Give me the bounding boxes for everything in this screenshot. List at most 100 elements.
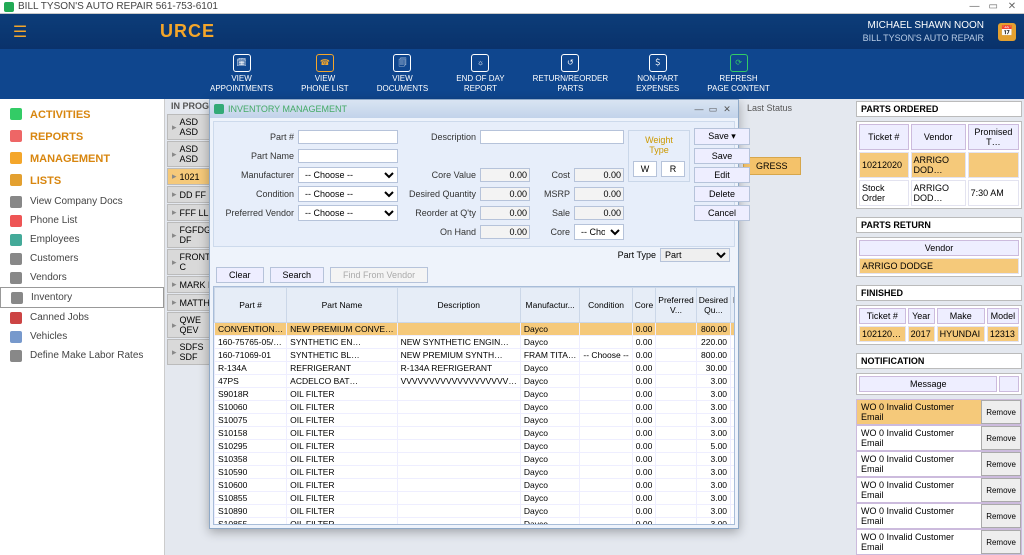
search-button[interactable]: Search [270, 267, 325, 283]
sidebar-item-vendors[interactable]: Vendors [0, 268, 164, 287]
app-logo: URCE [160, 21, 215, 42]
sidebar-item-canned-jobs[interactable]: Canned Jobs [0, 308, 164, 327]
modal-title: INVENTORY MANAGEMENT [228, 104, 347, 114]
reorder-input[interactable] [480, 206, 530, 220]
pref-vendor-select[interactable]: -- Choose -- [298, 205, 398, 221]
remove-button[interactable]: Remove [981, 400, 1021, 424]
notification-header: NOTIFICATION [856, 353, 1022, 369]
weight-button[interactable]: W [633, 161, 657, 177]
notification-row[interactable]: WO 0 Invalid Customer EmailRemove [856, 477, 1022, 503]
remove-button[interactable]: Remove [981, 426, 1021, 450]
save-dropdown-button[interactable]: Save ▾ [694, 128, 750, 145]
part-name-input[interactable] [298, 149, 398, 163]
sidebar-item-labor-rates[interactable]: Define Make Labor Rates [0, 346, 164, 365]
ribbon-expenses[interactable]: ＄NON-PART EXPENSES [636, 54, 679, 94]
ribbon-appointments[interactable]: 🗓VIEW APPOINTMENTS [210, 54, 273, 94]
notification-row[interactable]: WO 0 Invalid Customer EmailRemove [856, 529, 1022, 555]
remove-button[interactable]: Remove [981, 478, 1021, 502]
parts-ordered-table[interactable]: Ticket #VendorPromised T…10212020ARRIGO … [856, 121, 1022, 209]
delete-button[interactable]: Delete [694, 186, 750, 202]
table-row[interactable]: S10590OIL FILTERDayco0.003.002.003.00 [215, 466, 736, 479]
inventory-grid[interactable]: Part #Part NameDescriptionManufactur...C… [213, 286, 735, 525]
notification-row[interactable]: WO 0 Invalid Customer EmailRemove [856, 425, 1022, 451]
sidebar-item-customers[interactable]: Customers [0, 249, 164, 268]
ribbon-eod-report[interactable]: ☼END OF DAY REPORT [456, 54, 504, 94]
sidebar-item-vehicles[interactable]: Vehicles [0, 327, 164, 346]
ribbon-documents[interactable]: 🗐VIEW DOCUMENTS [377, 54, 429, 94]
hamburger-icon[interactable]: ☰ [0, 22, 40, 42]
table-row[interactable]: R-134AREFRIGERANTR-134A REFRIGERANTDayco… [215, 362, 736, 375]
edit-button[interactable]: Edit [694, 167, 750, 183]
rotate-button[interactable]: R [661, 161, 685, 177]
notification-row[interactable]: WO 0 Invalid Customer EmailRemove [856, 399, 1022, 425]
table-row[interactable]: S10890OIL FILTERDayco0.003.002.003.00 [215, 505, 736, 518]
table-row[interactable]: Stock OrderARRIGO DOD…7:30 AM [859, 180, 1019, 206]
manufacturer-select[interactable]: -- Choose -- [298, 167, 398, 183]
table-row[interactable]: S10158OIL FILTERDayco0.003.002.003.00 [215, 427, 736, 440]
table-row[interactable]: ARRIGO DODGE [859, 258, 1019, 274]
sidebar-item-phone-list[interactable]: Phone List [0, 211, 164, 230]
cost-input[interactable] [574, 168, 624, 182]
sale-input[interactable] [574, 206, 624, 220]
msrp-input[interactable] [574, 187, 624, 201]
table-row[interactable]: 160-75765-05/…SYNTHETIC EN…NEW SYNTHETIC… [215, 336, 736, 349]
notification-row[interactable]: WO 0 Invalid Customer EmailRemove [856, 451, 1022, 477]
parts-return-table[interactable]: VendorARRIGO DODGE [856, 237, 1022, 277]
user-block: MICHAEL SHAWN NOON BILL TYSON'S AUTO REP… [863, 20, 990, 44]
ribbon-phone-list[interactable]: ☎VIEW PHONE LIST [301, 54, 349, 94]
table-row[interactable]: 47PSACDELCO BAT…VVVVVVVVVVVVVVVVVVV…Dayc… [215, 375, 736, 388]
save-button[interactable]: Save [694, 148, 750, 164]
sidebar-activities[interactable]: ACTIVITIES [0, 104, 164, 126]
modal-close-icon[interactable]: ✕ [720, 104, 734, 115]
remove-button[interactable]: Remove [981, 452, 1021, 476]
table-row[interactable]: S10855OIL FILTERDayco0.003.002.003.00 [215, 492, 736, 505]
core-value-input[interactable] [480, 168, 530, 182]
sidebar-item-inventory[interactable]: Inventory [0, 287, 164, 308]
clear-button[interactable]: Clear [216, 267, 264, 283]
sidebar-lists[interactable]: LISTS [0, 170, 164, 192]
desired-qty-input[interactable] [480, 187, 530, 201]
remove-button[interactable]: Remove [981, 530, 1021, 554]
sidebar: ACTIVITIES REPORTS MANAGEMENT LISTS View… [0, 99, 165, 555]
min-icon[interactable]: — [966, 1, 982, 12]
table-row[interactable]: S10358OIL FILTERDayco0.003.002.003.00 [215, 453, 736, 466]
table-row[interactable]: 10212020ARRIGO DOD… [859, 152, 1019, 178]
description-input[interactable] [480, 130, 624, 144]
finished-table[interactable]: Ticket #YearMakeModel102120…2017HYUNDAI1… [856, 305, 1022, 345]
lbl-part-type2: Part Type [618, 250, 656, 260]
table-row[interactable]: S10060OIL FILTERDayco0.003.002.008.77 [215, 401, 736, 414]
modal-min-icon[interactable]: — [692, 104, 706, 114]
table-row[interactable]: 102120…2017HYUNDAI12313 [859, 326, 1019, 342]
window-chrome: BILL TYSON'S AUTO REPAIR 561-753-6101 — … [0, 0, 1024, 14]
lbl-core-value: Core Value [402, 170, 476, 180]
app-icon [4, 2, 14, 12]
sidebar-item-company-docs[interactable]: View Company Docs [0, 192, 164, 211]
table-row[interactable]: S10295OIL FILTERDayco0.005.002.002.00 [215, 440, 736, 453]
calendar-icon[interactable]: 📅 [998, 23, 1016, 41]
sidebar-item-employees[interactable]: Employees [0, 230, 164, 249]
cancel-button[interactable]: Cancel [694, 205, 750, 221]
condition-select[interactable]: -- Choose -- [298, 186, 398, 202]
sidebar-management[interactable]: MANAGEMENT [0, 148, 164, 170]
table-row[interactable]: 160-71069-01SYNTHETIC BL…NEW PREMIUM SYN… [215, 349, 736, 362]
table-row[interactable]: S10600OIL FILTERDayco0.003.002.003.00 [215, 479, 736, 492]
parts-return-header: PARTS RETURN [856, 217, 1022, 233]
remove-button[interactable]: Remove [981, 504, 1021, 528]
max-icon[interactable]: ▭ [985, 1, 1001, 12]
table-row[interactable]: S9018ROIL FILTERDayco0.003.002.003.00 [215, 388, 736, 401]
table-row[interactable]: CONVENTION…NEW PREMIUM CONVE…Dayco0.0080… [215, 323, 736, 336]
on-hand-input[interactable] [480, 225, 530, 239]
table-row[interactable]: S10855OIL FILTERDayco0.003.002.003.00 [215, 518, 736, 526]
modal-titlebar[interactable]: INVENTORY MANAGEMENT — ▭ ✕ [210, 100, 738, 118]
table-row[interactable]: S10075OIL FILTERDayco0.003.002.001.00 [215, 414, 736, 427]
core-select[interactable]: -- Choose -- [574, 224, 624, 240]
ribbon-return-parts[interactable]: ↺RETURN/REORDER PARTS [533, 54, 609, 94]
sidebar-reports[interactable]: REPORTS [0, 126, 164, 148]
part-type-select[interactable]: Part [660, 248, 730, 262]
find-vendor-button[interactable]: Find From Vendor [330, 267, 428, 283]
notification-row[interactable]: WO 0 Invalid Customer EmailRemove [856, 503, 1022, 529]
close-icon[interactable]: ✕ [1004, 1, 1020, 12]
modal-max-icon[interactable]: ▭ [706, 104, 720, 115]
ribbon-refresh[interactable]: ⟳REFRESH PAGE CONTENT [707, 54, 770, 94]
part-no-input[interactable] [298, 130, 398, 144]
